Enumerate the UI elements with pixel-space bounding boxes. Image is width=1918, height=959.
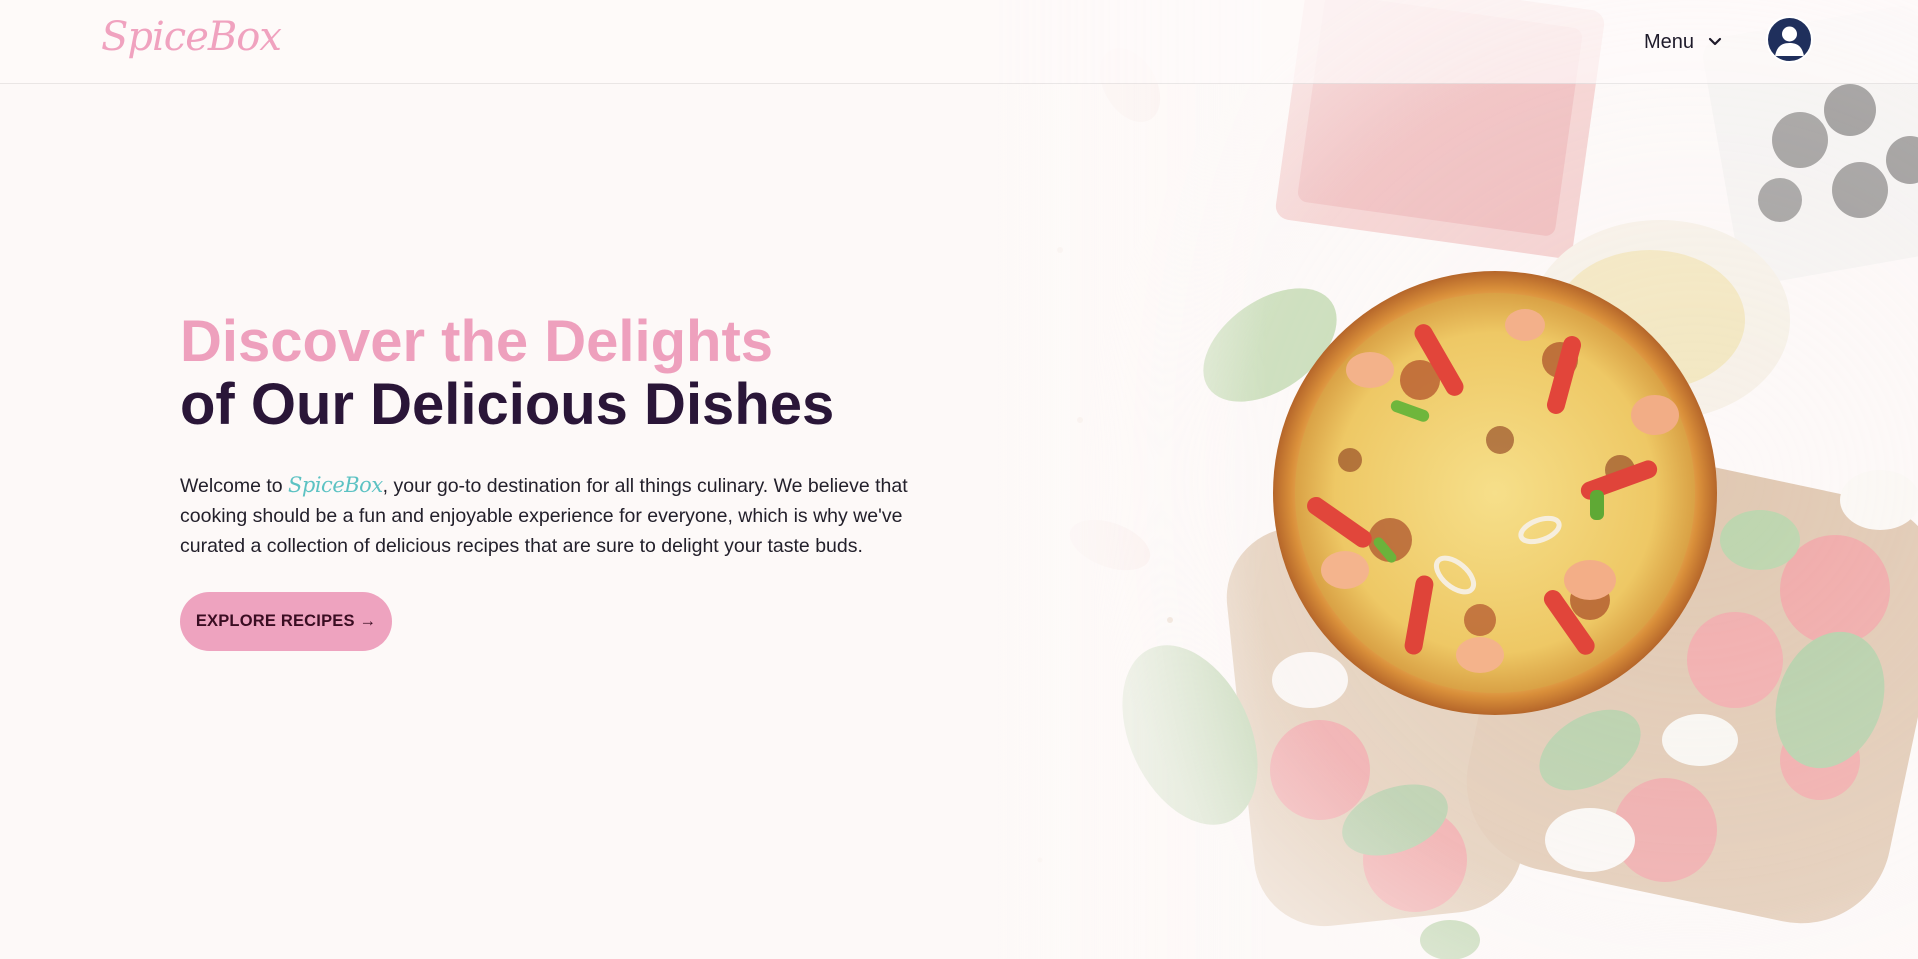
intro-brand-name: SpiceBox [288, 473, 383, 497]
menu-dropdown-button[interactable]: Menu [1644, 27, 1722, 57]
user-account-button[interactable] [1766, 16, 1813, 63]
user-account-icon [1775, 26, 1804, 56]
top-navbar: SpiceBox Menu [0, 0, 1918, 84]
chevron-down-icon [1708, 37, 1722, 47]
landing-page: SpiceBox Menu Discover the Delights of O… [0, 0, 1918, 959]
logo[interactable]: SpiceBox [101, 14, 282, 60]
menu-label: Menu [1644, 30, 1695, 53]
hero-intro-text: Welcome to SpiceBox, your go-to destinat… [180, 470, 920, 561]
hero-section: Discover the Delights of Our Delicious D… [180, 310, 940, 651]
hero-headline: Discover the Delights of Our Delicious D… [180, 310, 940, 436]
intro-prefix: Welcome to [180, 475, 289, 497]
explore-recipes-button[interactable]: EXPLORE RECIPES → [180, 592, 392, 651]
headline-main-line: of Our Delicious Dishes [180, 372, 835, 437]
pizza-image [1273, 271, 1717, 715]
headline-accent-line: Discover the Delights [180, 309, 774, 374]
